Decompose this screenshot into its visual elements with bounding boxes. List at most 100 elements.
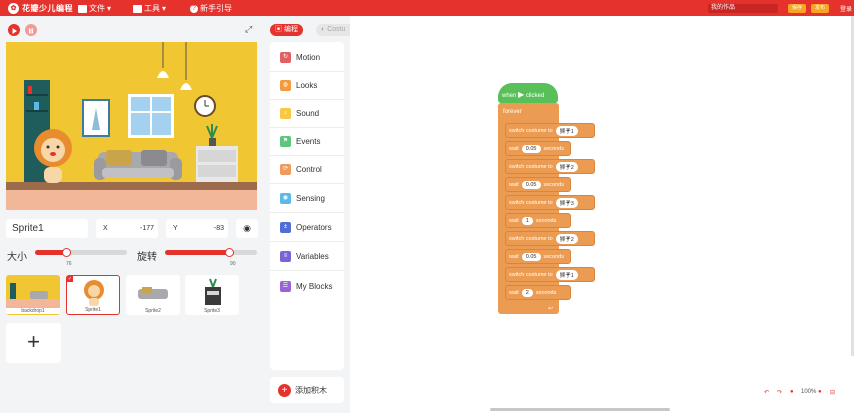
question-icon: ? bbox=[190, 4, 198, 13]
save-button[interactable]: 保存 bbox=[788, 4, 806, 13]
rotation-slider[interactable] bbox=[165, 248, 257, 257]
sprite-tile-sprite2[interactable]: Sprite2 bbox=[126, 275, 180, 315]
add-blocks-button[interactable]: + 添加积木 bbox=[270, 377, 344, 403]
seconds-input[interactable]: 1 bbox=[521, 216, 533, 225]
wait-block[interactable]: wait 0.05 seconds bbox=[505, 177, 571, 192]
category-operators[interactable]: ± Operators bbox=[270, 214, 344, 242]
stage-canvas[interactable] bbox=[6, 42, 257, 210]
chevron-down-icon: ▾ bbox=[566, 235, 570, 242]
category-label: Control bbox=[296, 165, 322, 174]
looks-icon: ◍ bbox=[280, 80, 291, 91]
code-icon: ▣ bbox=[275, 26, 284, 33]
when-flag-clicked-block[interactable]: when ▶ clicked bbox=[498, 83, 558, 103]
switch-costume-block[interactable]: switch costume to 狮子3 ▾ bbox=[505, 195, 595, 210]
category-motion[interactable]: ↻ Motion bbox=[270, 44, 344, 72]
undo-icon[interactable]: ↶ bbox=[764, 389, 769, 396]
seconds-label: seconds bbox=[543, 181, 565, 188]
selected-marker-icon: ✓ bbox=[67, 276, 73, 282]
category-label: Sensing bbox=[296, 194, 325, 203]
file-menu[interactable]: 文件 ▾ bbox=[78, 3, 111, 14]
seconds-input[interactable]: 0.05 bbox=[521, 180, 541, 189]
x-coordinate-field[interactable]: X -177 bbox=[96, 219, 158, 238]
green-flag-icon: ▶ bbox=[518, 90, 525, 99]
rotation-value: 90 bbox=[230, 261, 236, 267]
y-coordinate-field[interactable]: Y -83 bbox=[166, 219, 228, 238]
block-label: switch costume to bbox=[509, 127, 553, 134]
seconds-input[interactable]: 2 bbox=[521, 288, 533, 297]
tab-costumes-label: Costu bbox=[327, 26, 346, 33]
block-label: wait bbox=[509, 145, 519, 152]
sprite-tile-sprite1[interactable]: ✓ Sprite1 bbox=[66, 275, 120, 315]
zoom-in-icon[interactable]: ● bbox=[818, 389, 822, 395]
variables-icon: ≡ bbox=[280, 251, 291, 262]
sprite-tile-label: Sprite1 bbox=[85, 307, 101, 313]
category-sound[interactable]: ♪ Sound bbox=[270, 100, 344, 128]
motion-icon: ↻ bbox=[280, 52, 291, 63]
chevron-down-icon: ▾ bbox=[107, 4, 112, 13]
sound-icon: ♪ bbox=[280, 108, 291, 119]
visibility-toggle[interactable]: ◉ bbox=[236, 219, 258, 238]
category-looks[interactable]: ◍ Looks bbox=[270, 72, 344, 100]
sprite-name-field[interactable]: Sprite1 bbox=[6, 219, 88, 238]
category-control[interactable]: ⟳ Control bbox=[270, 156, 344, 184]
seconds-input[interactable]: 0.05 bbox=[521, 252, 541, 261]
category-events[interactable]: ⚑ Events bbox=[270, 128, 344, 156]
redo-icon[interactable]: ↷ bbox=[777, 389, 782, 396]
sprite-tile-label: backdrop1 bbox=[6, 308, 60, 314]
sprite-tile-backdrop[interactable]: backdrop1 bbox=[6, 275, 60, 315]
wait-block[interactable]: wait 0.05 seconds bbox=[505, 249, 571, 264]
script-workspace[interactable] bbox=[350, 16, 854, 413]
sprite1-thumbnail bbox=[84, 280, 104, 306]
block-label: wait bbox=[509, 181, 519, 188]
sprite3-thumbnail bbox=[205, 278, 221, 305]
login-link[interactable]: 登录 bbox=[840, 4, 852, 13]
category-variables[interactable]: ≡ Variables bbox=[270, 243, 344, 271]
tab-code-label: 编程 bbox=[283, 26, 298, 33]
switch-costume-block[interactable]: switch costume to 狮子1 ▾ bbox=[505, 123, 595, 138]
seconds-label: seconds bbox=[543, 253, 565, 260]
category-my-blocks[interactable]: ☰ My Blocks bbox=[270, 272, 344, 300]
horizontal-scrollbar[interactable] bbox=[490, 408, 670, 411]
green-flag-button[interactable] bbox=[8, 24, 20, 36]
rotation-label: 旋转 bbox=[137, 252, 157, 263]
zoom-out-icon[interactable]: ● bbox=[790, 389, 794, 395]
control-icon: ⟳ bbox=[280, 164, 291, 175]
y-label: Y bbox=[173, 225, 178, 232]
category-label: Motion bbox=[296, 53, 321, 62]
switch-costume-block[interactable]: switch costume to 狮子1 ▾ bbox=[505, 267, 595, 282]
toolbox-icon bbox=[133, 4, 142, 13]
project-name-input[interactable]: 我的作品 bbox=[708, 4, 778, 13]
chevron-down-icon: ▾ bbox=[566, 163, 570, 170]
play-icon bbox=[12, 28, 17, 34]
size-slider[interactable] bbox=[35, 248, 127, 257]
chevron-down-icon: ▾ bbox=[566, 271, 570, 278]
switch-costume-block[interactable]: switch costume to 狮子2 ▾ bbox=[505, 231, 595, 246]
tab-code[interactable]: ▣ 编程 bbox=[270, 24, 303, 36]
loop-arrow-icon: ↩ bbox=[548, 306, 554, 312]
block-label: wait bbox=[509, 253, 519, 260]
fullscreen-icon[interactable]: ⤢ bbox=[245, 24, 252, 35]
guide-menu-label: 新手引导 bbox=[200, 4, 232, 13]
wait-block[interactable]: wait 2 seconds bbox=[505, 285, 571, 300]
sprite-tile-sprite3[interactable]: Sprite3 bbox=[185, 275, 239, 315]
events-icon: ⚑ bbox=[280, 136, 291, 147]
switch-costume-block[interactable]: switch costume to 狮子2 ▾ bbox=[505, 159, 595, 174]
add-sprite-button[interactable]: + bbox=[6, 323, 61, 363]
wait-block[interactable]: wait 0.05 seconds bbox=[505, 141, 571, 156]
tools-menu[interactable]: 工具 ▾ bbox=[133, 3, 166, 14]
operators-icon: ± bbox=[280, 222, 291, 233]
size-value: 76 bbox=[66, 261, 72, 267]
hat-when-label: when bbox=[502, 93, 517, 99]
reset-zoom-icon[interactable]: ⊟ bbox=[830, 389, 835, 396]
wait-block[interactable]: wait 1 seconds bbox=[505, 213, 571, 228]
stop-button[interactable] bbox=[25, 24, 37, 36]
category-label: Variables bbox=[296, 252, 329, 261]
category-sensing[interactable]: ◉ Sensing bbox=[270, 185, 344, 213]
category-label: Events bbox=[296, 137, 321, 146]
plus-icon: + bbox=[278, 383, 291, 397]
block-label: switch costume to bbox=[509, 163, 553, 170]
guide-menu[interactable]: ? 新手引导 bbox=[190, 3, 232, 14]
publish-button[interactable]: 发布 bbox=[811, 4, 829, 13]
chevron-down-icon: ▾ bbox=[566, 127, 570, 134]
seconds-input[interactable]: 0.05 bbox=[521, 144, 541, 153]
